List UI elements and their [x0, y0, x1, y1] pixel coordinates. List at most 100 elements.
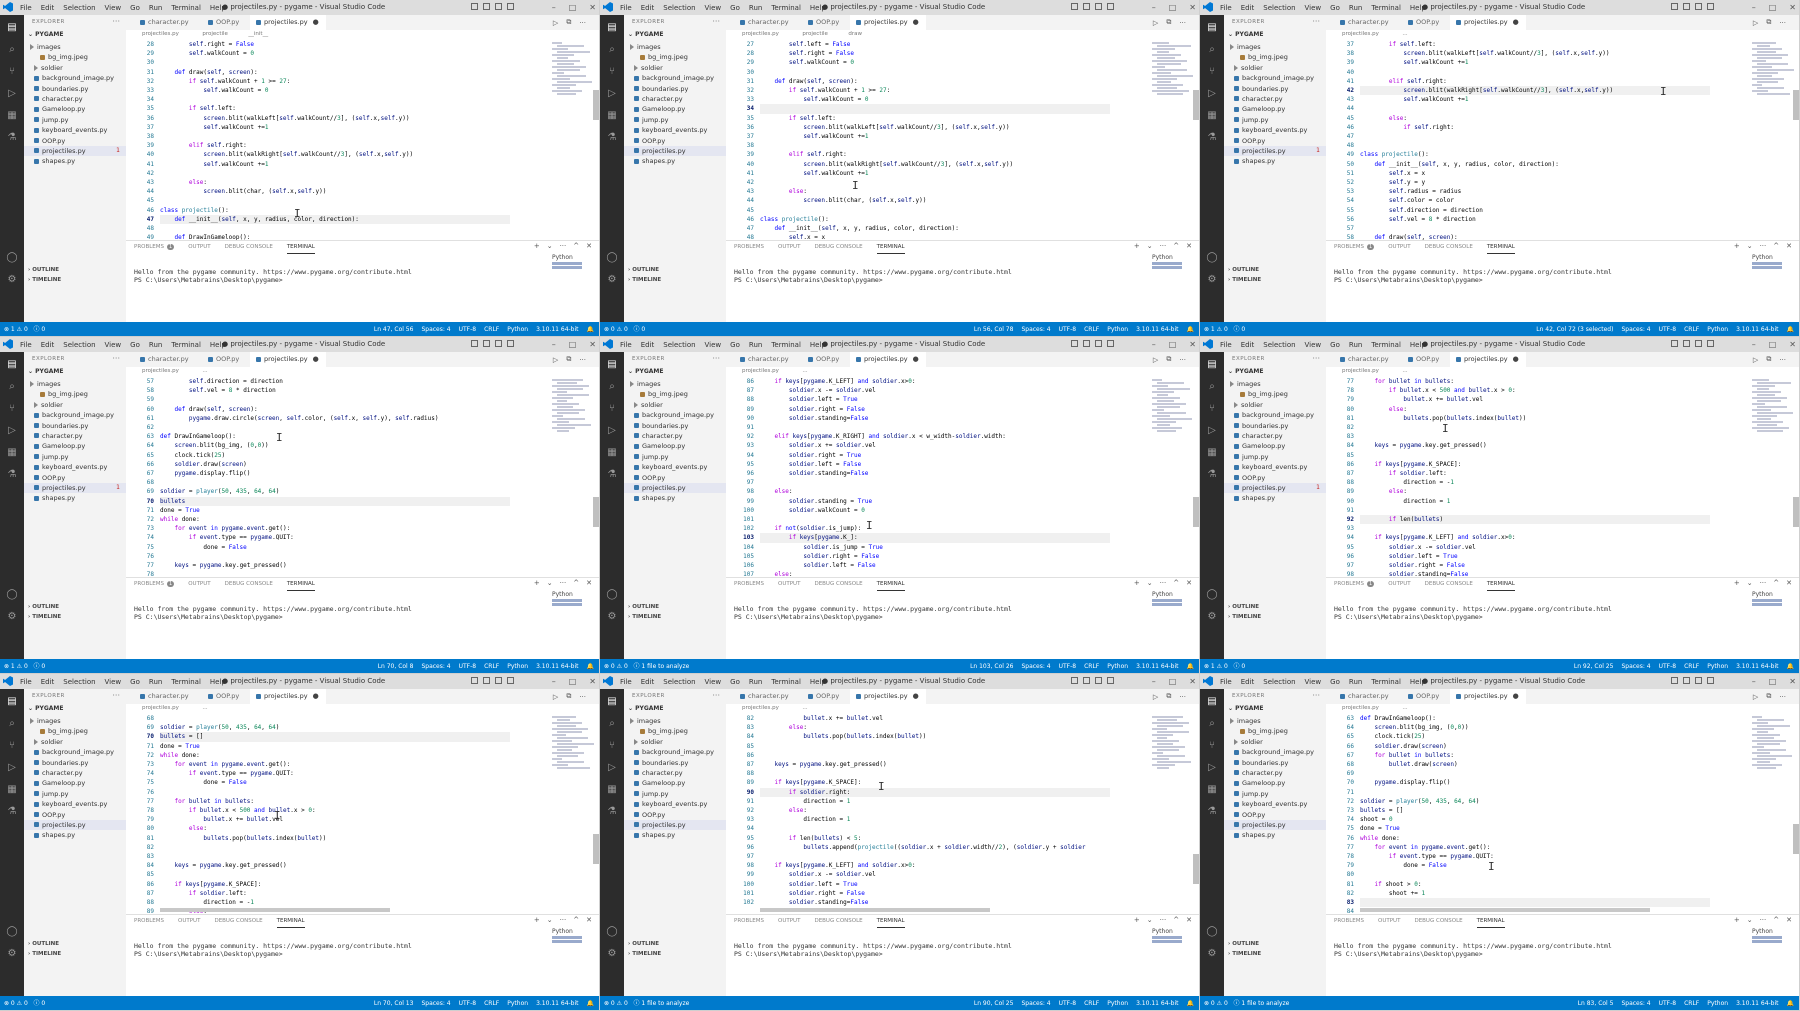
- code-line[interactable]: if bullet.x < 500 and bullet.x > 0:: [160, 806, 316, 815]
- run-debug-icon[interactable]: ▷: [606, 87, 618, 99]
- tab-projectiles[interactable]: projectiles.py ●: [250, 352, 326, 367]
- cursor-position[interactable]: Ln 90, Col 25: [974, 1000, 1014, 1007]
- code-line[interactable]: self.direction = direction: [1360, 206, 1483, 215]
- file-tree-item[interactable]: soldier: [1224, 63, 1326, 73]
- language-mode[interactable]: Python: [1707, 326, 1728, 333]
- more-actions-icon[interactable]: ···: [560, 916, 567, 924]
- close-icon[interactable]: ✕: [589, 3, 596, 12]
- close-icon[interactable]: ✕: [589, 340, 596, 349]
- panel-tab-terminal[interactable]: TERMINAL: [276, 918, 305, 928]
- code-line[interactable]: bullets.pop(bullets.index(bullet)): [160, 834, 326, 843]
- layout-toggle-icon[interactable]: [471, 3, 478, 10]
- python-interpreter[interactable]: 3.10.11 64-bit: [1136, 663, 1178, 670]
- panel-tab-terminal[interactable]: TERMINAL: [876, 918, 905, 928]
- file-tree-item[interactable]: background_image.py: [1224, 410, 1326, 420]
- code-line[interactable]: if len(bullets) < 5:: [760, 834, 861, 843]
- code-line[interactable]: self.right = False: [160, 40, 254, 49]
- file-tree-item[interactable]: OOP.py: [24, 136, 126, 146]
- code-line[interactable]: clock.tick(25): [160, 451, 225, 460]
- testing-icon[interactable]: ⚗: [606, 131, 618, 143]
- eol-status[interactable]: CRLF: [1684, 326, 1699, 333]
- file-tree-item[interactable]: jump.py: [1224, 452, 1326, 462]
- bell-icon[interactable]: 🔔: [1787, 1000, 1794, 1007]
- timeline-section[interactable]: › TIMELINE: [1228, 614, 1261, 620]
- terminal-list[interactable]: Python: [1752, 591, 1794, 611]
- file-tree-item[interactable]: shapes.py: [1224, 830, 1326, 840]
- explorer-icon[interactable]: ▤: [606, 358, 618, 370]
- layout-toggle-icon[interactable]: [1683, 3, 1690, 10]
- panel-tab-output[interactable]: OUTPUT: [778, 581, 800, 590]
- code-line[interactable]: screen.blit(walkRight[self.walkCount//3]…: [760, 160, 1013, 169]
- split-editor-icon[interactable]: ⧉: [1766, 692, 1771, 701]
- code-line[interactable]: keys = pygame.key.get_pressed(): [160, 861, 286, 870]
- menu-item-file[interactable]: File: [620, 341, 632, 349]
- tab-OOP[interactable]: OOP.py: [802, 352, 846, 367]
- chevron-down-icon[interactable]: ⌄: [547, 579, 553, 587]
- panel-tab-output[interactable]: OUTPUT: [778, 244, 800, 253]
- unsaved-dot-icon[interactable]: ●: [1513, 692, 1519, 700]
- python-interpreter[interactable]: 3.10.11 64-bit: [1736, 326, 1778, 333]
- extensions-icon[interactable]: ▦: [1206, 783, 1218, 795]
- code-line[interactable]: def __init__(self, x, y, radius, color, …: [760, 224, 958, 233]
- settings-icon[interactable]: ⚙: [6, 947, 18, 959]
- layout-toggle-icon[interactable]: [483, 340, 490, 347]
- run-debug-icon[interactable]: ▷: [1206, 87, 1218, 99]
- source-control-icon[interactable]: ⑂: [1206, 402, 1218, 414]
- eol-status[interactable]: CRLF: [1084, 663, 1099, 670]
- panel-tab-debug-console[interactable]: DEBUG CONSOLE: [1425, 581, 1473, 590]
- terminal-output[interactable]: Hello from the pygame community. https:/…: [1334, 268, 1612, 284]
- file-tree-item[interactable]: Gameloop.py: [1224, 778, 1326, 788]
- file-tree-item[interactable]: boundaries.py: [624, 421, 726, 431]
- file-tree-item[interactable]: OOP.py: [1224, 810, 1326, 820]
- file-tree-item[interactable]: background_image.py: [624, 410, 726, 420]
- code-line[interactable]: soldier.x -= soldier.vel: [1360, 543, 1476, 552]
- layout-toggle-icon[interactable]: [1083, 677, 1090, 684]
- account-icon[interactable]: ◯: [1206, 588, 1218, 600]
- maximize-panel-icon[interactable]: ^: [573, 916, 579, 924]
- unsaved-dot-icon[interactable]: ●: [1513, 18, 1519, 26]
- close-icon[interactable]: ✕: [1789, 340, 1796, 349]
- source-control-icon[interactable]: ⑂: [6, 402, 18, 414]
- code-line[interactable]: if shoot > 0:: [1360, 880, 1421, 889]
- tab-projectiles[interactable]: projectiles.py ●: [850, 689, 926, 704]
- maximize-icon[interactable]: □: [569, 677, 577, 686]
- testing-icon[interactable]: ⚗: [606, 805, 618, 817]
- close-icon[interactable]: ✕: [1189, 340, 1196, 349]
- file-tree-item[interactable]: bg_img.jpeg: [1224, 389, 1326, 399]
- code-line[interactable]: if keys[pygame.K_SPACE]:: [1360, 460, 1461, 469]
- encoding-status[interactable]: UTF-8: [459, 663, 477, 670]
- code-line[interactable]: screen.blit(char, (self.x,self.y)): [160, 187, 326, 196]
- code-line[interactable]: direction = -1: [160, 898, 254, 907]
- folder-root[interactable]: ⌄ PYGAME: [628, 31, 664, 38]
- panel-tab-terminal[interactable]: TERMINAL: [1486, 244, 1515, 254]
- file-tree-item[interactable]: OOP.py: [624, 136, 726, 146]
- maximize-panel-icon[interactable]: ^: [1173, 579, 1179, 587]
- menu-item-go[interactable]: Go: [130, 4, 140, 12]
- layout-toggle-icon[interactable]: [1071, 677, 1078, 684]
- code-line[interactable]: direction = -1: [1360, 478, 1454, 487]
- terminal-list[interactable]: Python: [552, 591, 594, 611]
- outline-section[interactable]: › OUTLINE: [1228, 604, 1259, 610]
- code-line[interactable]: screen.blit(char, (self.x,self.y)): [760, 196, 926, 205]
- file-tree-item[interactable]: jump.py: [624, 115, 726, 125]
- code-line[interactable]: soldier.draw(screen): [1360, 742, 1446, 751]
- panel-tab-output[interactable]: OUTPUT: [178, 918, 200, 927]
- code-line[interactable]: soldier.standing=False: [760, 414, 869, 423]
- panel-tab-debug-console[interactable]: DEBUG CONSOLE: [814, 918, 862, 927]
- code-line[interactable]: self.walkCount = 0: [760, 95, 868, 104]
- eol-status[interactable]: CRLF: [484, 1000, 499, 1007]
- file-tree-item[interactable]: OOP.py: [24, 810, 126, 820]
- indent-status[interactable]: Spaces: 4: [1621, 326, 1650, 333]
- menu-item-file[interactable]: File: [1220, 341, 1232, 349]
- explorer-icon[interactable]: ▤: [1206, 358, 1218, 370]
- encoding-status[interactable]: UTF-8: [459, 1000, 477, 1007]
- tab-OOP[interactable]: OOP.py: [1402, 15, 1446, 30]
- menu-item-selection[interactable]: Selection: [1263, 4, 1295, 12]
- menu-item-selection[interactable]: Selection: [663, 4, 695, 12]
- menu-item-edit[interactable]: Edit: [41, 678, 55, 686]
- file-tree-item[interactable]: shapes.py: [1224, 156, 1326, 166]
- terminal-output[interactable]: Hello from the pygame community. https:/…: [1334, 942, 1612, 958]
- menu-item-file[interactable]: File: [1220, 678, 1232, 686]
- panel-tab-problems[interactable]: PROBLEMS: [734, 581, 764, 590]
- more-actions-icon[interactable]: ···: [1160, 242, 1167, 250]
